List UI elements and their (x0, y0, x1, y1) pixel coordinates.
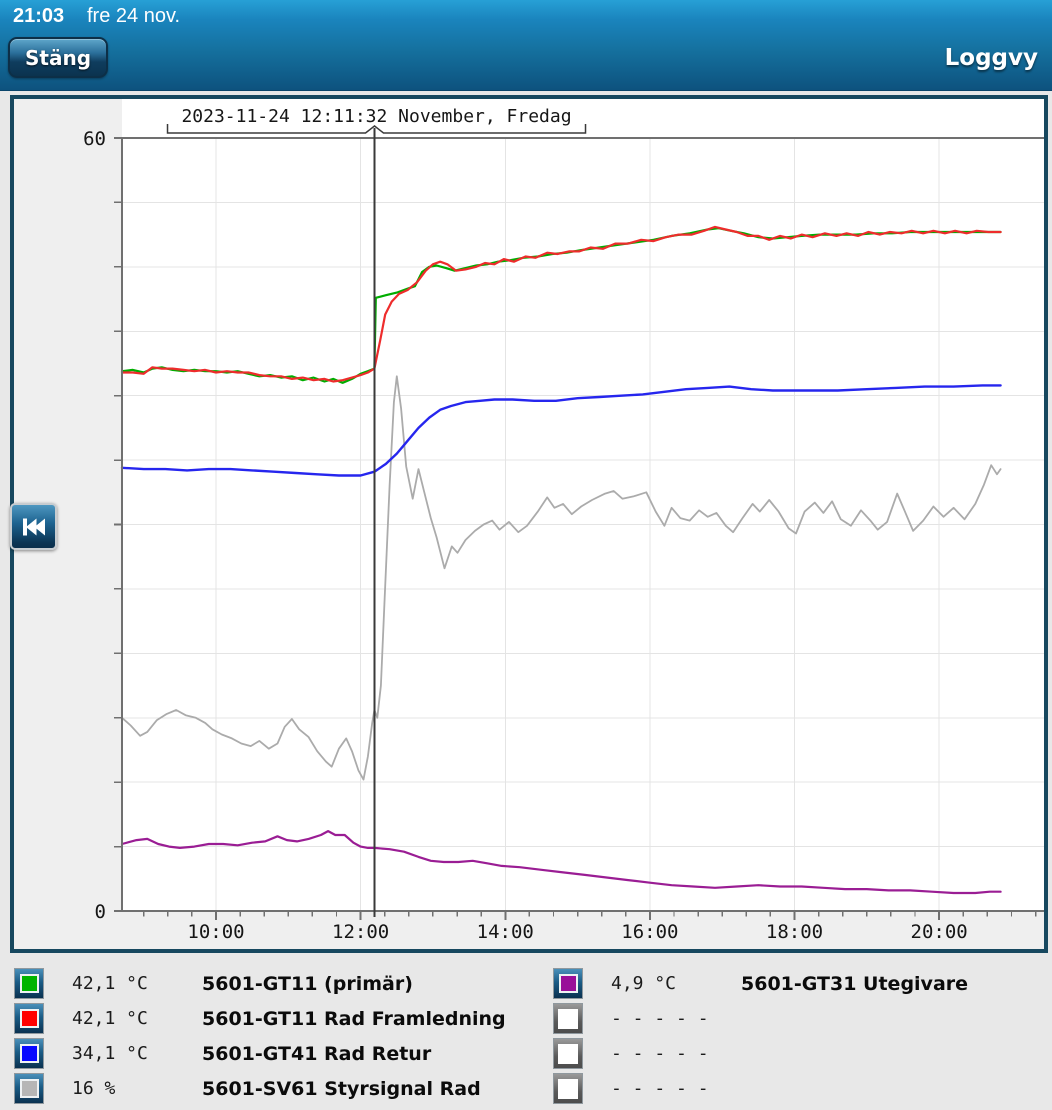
legend-name: 5601-GT31 Utegivare (741, 973, 968, 995)
legend-value: 42,1 °C (72, 973, 202, 994)
x-tick-label: 14:00 (477, 921, 534, 943)
legend-value: 16 % (72, 1078, 202, 1099)
log-chart[interactable]: 10:00 12:00 14:00 16:00 18:00 20:00 60 0 2023-11… (0, 0, 1052, 1110)
legend-item: 42,1 °C5601-GT11 (primär) (14, 966, 506, 1001)
legend-swatch[interactable] (14, 1003, 44, 1034)
legend-item: - - - - - (553, 1071, 968, 1106)
legend-swatch[interactable] (553, 1073, 583, 1104)
legend-swatch-color (558, 1009, 578, 1029)
legend-item: - - - - - (553, 1036, 968, 1071)
legend-swatch[interactable] (14, 1038, 44, 1069)
legend-value: - - - - - (611, 1043, 741, 1064)
legend-item: 4,9 °C5601-GT31 Utegivare (553, 966, 968, 1001)
y-tick-label: 60 (83, 128, 106, 150)
legend-column-left: 42,1 °C5601-GT11 (primär)42,1 °C5601-GT1… (14, 966, 506, 1106)
legend-name: 5601-GT41 Rad Retur (202, 1043, 431, 1065)
legend-swatch-color (20, 1044, 39, 1063)
legend-swatch[interactable] (14, 968, 44, 999)
y-tick-label: 0 (95, 901, 106, 923)
legend-swatch-color (559, 974, 578, 993)
legend-swatch-color (558, 1044, 578, 1064)
legend-item: 34,1 °C5601-GT41 Rad Retur (14, 1036, 506, 1071)
legend-item: 16 %5601-SV61 Styrsignal Rad (14, 1071, 506, 1106)
legend-name: 5601-SV61 Styrsignal Rad (202, 1078, 481, 1100)
x-tick-label: 12:00 (332, 921, 389, 943)
x-tick-label: 10:00 (187, 921, 244, 943)
legend-swatch-color (558, 1079, 578, 1099)
x-tick-label: 16:00 (621, 921, 678, 943)
legend-value: 34,1 °C (72, 1043, 202, 1064)
legend-item: - - - - - (553, 1001, 968, 1036)
legend-column-right: 4,9 °C5601-GT31 Utegivare- - - - -- - - … (553, 966, 968, 1106)
legend-swatch[interactable] (553, 968, 583, 999)
legend-item: 42,1 °C5601-GT11 Rad Framledning (14, 1001, 506, 1036)
legend-swatch[interactable] (553, 1003, 583, 1034)
legend-swatch-color (20, 1079, 39, 1098)
legend-value: 4,9 °C (611, 973, 741, 994)
legend-swatch[interactable] (553, 1038, 583, 1069)
x-tick-label: 20:00 (911, 921, 968, 943)
cursor-time-label: 2023-11-24 12:11:32 November, Fredag (181, 106, 571, 127)
x-tick-label: 18:00 (766, 921, 823, 943)
rewind-button[interactable] (10, 503, 57, 550)
legend-value: 42,1 °C (72, 1008, 202, 1029)
legend-swatch[interactable] (14, 1073, 44, 1104)
legend-swatch-color (20, 1009, 39, 1028)
legend-swatch-color (20, 974, 39, 993)
skip-to-start-icon (21, 516, 47, 538)
legend-name: 5601-GT11 Rad Framledning (202, 1008, 506, 1030)
legend-value: - - - - - (611, 1008, 741, 1029)
legend-value: - - - - - (611, 1078, 741, 1099)
legend-name: 5601-GT11 (primär) (202, 973, 413, 995)
